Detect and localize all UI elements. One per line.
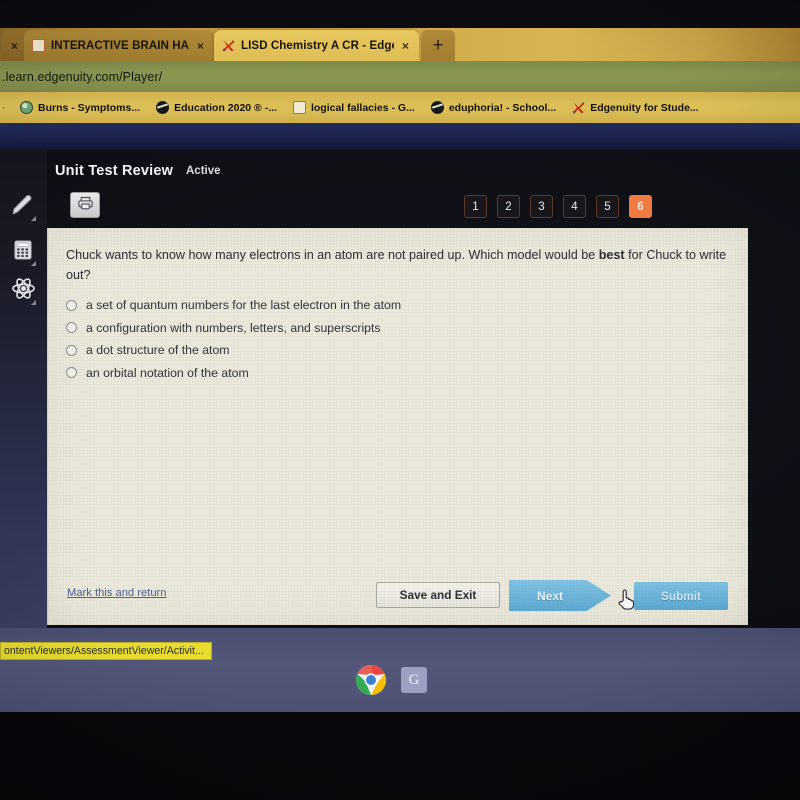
question-pager: 1 2 3 4 5 6 — [464, 195, 652, 218]
pager-item-1[interactable]: 1 — [464, 195, 487, 218]
edgenuity-x-icon — [572, 101, 585, 114]
radio-button[interactable] — [66, 299, 77, 311]
page-icon — [32, 39, 45, 52]
bookmark-edgenuity-for-students[interactable]: Edgenuity for Stude... — [564, 101, 707, 114]
question-emphasis: best — [598, 248, 625, 262]
answer-option-label: a set of quantum numbers for the last el… — [86, 298, 402, 313]
corner-marker — [31, 261, 36, 266]
globe-dark-icon — [156, 101, 170, 114]
answer-option-3[interactable]: a dot structure of the atom — [66, 339, 666, 362]
page-top-band — [0, 123, 800, 153]
globe-icon — [20, 101, 33, 114]
pager-item-5[interactable]: 5 — [596, 195, 619, 218]
google-icon[interactable]: G — [401, 667, 427, 693]
browser-tab-title: INTERACTIVE BRAIN HANDOUT — [51, 39, 189, 52]
periodic-table-tool[interactable] — [8, 276, 38, 306]
browser-tab-partial[interactable]: × — [2, 30, 24, 61]
printer-icon — [77, 195, 94, 216]
monitor-bezel-top — [0, 0, 800, 28]
browser-tab-interactive-brain-handout[interactable]: INTERACTIVE BRAIN HANDOUT × — [24, 30, 214, 61]
bookmark-logical-fallacies[interactable]: logical fallacies - G... — [285, 101, 423, 114]
address-bar-url: .learn.edgenuity.com/Player/ — [2, 69, 163, 84]
page-icon — [292, 101, 306, 114]
close-icon[interactable]: × — [400, 40, 411, 52]
submit-button[interactable]: Submit — [634, 582, 728, 610]
bookmark-label: eduphoria! - School... — [448, 101, 557, 114]
bookmark-burns-symptoms[interactable]: Burns - Symptoms... — [12, 101, 148, 114]
browser-tab-strip: × INTERACTIVE BRAIN HANDOUT × LISD Chemi… — [0, 28, 800, 61]
footer-divider — [48, 570, 749, 571]
question-card: Chuck wants to know how many electrons i… — [47, 228, 748, 625]
bookmark-label: logical fallacies - G... — [310, 101, 415, 114]
radio-button[interactable] — [66, 344, 77, 356]
radio-button[interactable] — [66, 367, 77, 379]
new-tab-button[interactable]: + — [421, 30, 455, 61]
pager-item-2[interactable]: 2 — [497, 195, 520, 218]
chrome-icon[interactable] — [355, 664, 387, 696]
save-and-exit-button[interactable]: Save and Exit — [376, 582, 500, 608]
bookmarks-overflow-icon[interactable]: · — [0, 102, 12, 114]
browser-tab-lisd-chemistry[interactable]: LISD Chemistry A CR - Edgenuity × — [214, 30, 419, 61]
link-status-bar: ontentViewers/AssessmentViewer/Activit..… — [0, 642, 212, 660]
question-text: Chuck wants to know how many electrons i… — [66, 246, 736, 285]
answer-option-label: a dot structure of the atom — [86, 343, 230, 358]
next-button[interactable]: Next — [509, 580, 611, 611]
monitor-bezel-bottom — [0, 712, 800, 800]
pager-item-4[interactable]: 4 — [563, 195, 586, 218]
edgenuity-x-icon — [222, 39, 235, 52]
question-text-part1: Chuck wants to know how many electrons i… — [66, 248, 599, 262]
close-icon[interactable]: × — [9, 40, 20, 52]
bookmark-label: Edgenuity for Stude... — [590, 101, 699, 114]
corner-marker — [31, 300, 36, 305]
bookmark-label: Education 2020 ® -... — [174, 101, 277, 114]
tool-rail — [0, 150, 47, 640]
answer-option-1[interactable]: a set of quantum numbers for the last el… — [66, 294, 666, 317]
mouse-cursor-pointing-hand-icon — [616, 587, 636, 611]
bookmark-education-2020[interactable]: Education 2020 ® -... — [148, 101, 285, 114]
answer-option-label: a configuration with numbers, letters, a… — [86, 320, 381, 335]
bookmarks-bar: · Burns - Symptoms... Education 2020 ® -… — [0, 92, 800, 123]
corner-marker — [31, 216, 36, 221]
globe-dark-icon — [430, 101, 444, 114]
answer-option-label: an orbital notation of the atom — [86, 365, 249, 380]
browser-chrome: × INTERACTIVE BRAIN HANDOUT × LISD Chemi… — [0, 28, 800, 123]
pager-item-3[interactable]: 3 — [530, 195, 553, 218]
page-title: Unit Test Review — [55, 163, 174, 179]
browser-address-bar[interactable]: .learn.edgenuity.com/Player/ — [0, 61, 800, 92]
mark-this-and-return-link[interactable]: Mark this and return — [67, 587, 167, 599]
pager-item-6-current[interactable]: 6 — [629, 195, 652, 218]
answer-option-4[interactable]: an orbital notation of the atom — [66, 362, 666, 385]
answer-option-2[interactable]: a configuration with numbers, letters, a… — [66, 317, 666, 340]
status-badge: Active — [186, 165, 221, 177]
monitor-photo: × INTERACTIVE BRAIN HANDOUT × LISD Chemi… — [0, 0, 800, 800]
browser-tab-title: LISD Chemistry A CR - Edgenuity — [241, 39, 394, 52]
answer-options: a set of quantum numbers for the last el… — [66, 294, 666, 384]
highlighter-tool[interactable] — [8, 192, 38, 222]
calculator-tool[interactable] — [8, 237, 38, 267]
next-button-label: Next — [537, 588, 564, 603]
taskbar: G — [355, 664, 427, 696]
radio-button[interactable] — [66, 322, 77, 334]
close-icon[interactable]: × — [195, 40, 206, 52]
print-button[interactable] — [70, 192, 100, 218]
bookmark-eduphoria[interactable]: eduphoria! - School... — [423, 101, 564, 114]
bookmark-label: Burns - Symptoms... — [38, 101, 141, 114]
